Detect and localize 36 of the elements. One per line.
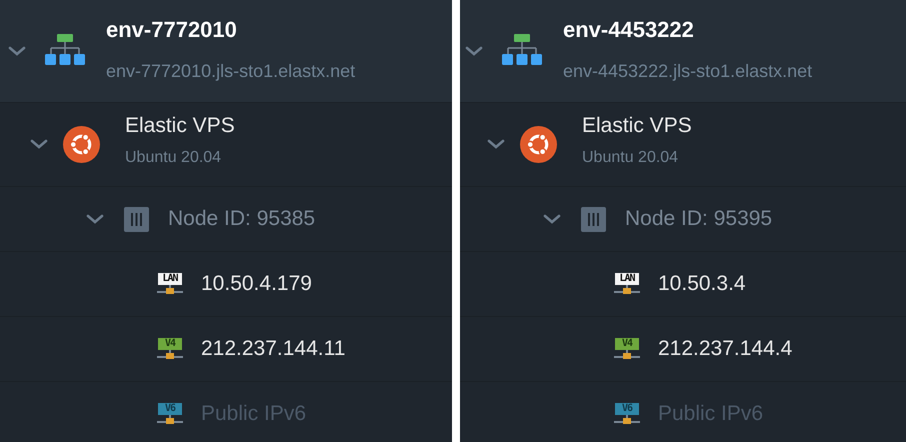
network-stand-icon — [614, 350, 640, 360]
chevron-icon[interactable] — [487, 138, 505, 150]
chevron-icon[interactable] — [465, 44, 483, 57]
chevron-icon[interactable] — [543, 212, 561, 225]
server-name[interactable]: Elastic VPS — [125, 112, 235, 138]
ip-address[interactable]: 212.237.144.11 — [201, 333, 346, 365]
network-stand-icon — [157, 285, 183, 295]
ubuntu-logo-icon — [520, 126, 557, 163]
os-version: Ubuntu 20.04 — [125, 148, 222, 168]
server-name[interactable]: Elastic VPS — [582, 112, 692, 138]
node-id[interactable]: Node ID: 95395 — [625, 203, 772, 235]
network-topology-icon — [502, 34, 542, 68]
chevron-icon[interactable] — [8, 44, 26, 57]
ip-type-tag: LAN — [615, 273, 639, 285]
network-stand-icon — [614, 285, 640, 295]
environment-name[interactable]: env-7772010 — [106, 17, 356, 44]
ip-type-tag: V6 — [615, 403, 639, 415]
server-node-icon — [124, 206, 149, 232]
ip-address[interactable]: 10.50.3.4 — [658, 268, 746, 300]
ip-address[interactable]: 212.237.144.4 — [658, 333, 792, 365]
environment-name[interactable]: env-4453222 — [563, 17, 812, 44]
network-stand-icon — [614, 415, 640, 425]
ip-type-tag: V6 — [158, 403, 182, 415]
server-node-icon — [581, 206, 606, 232]
ubuntu-logo-icon — [63, 126, 100, 163]
ip-address[interactable]: 10.50.4.179 — [201, 268, 312, 300]
network-stand-icon — [157, 415, 183, 425]
chevron-icon[interactable] — [86, 212, 104, 225]
ip-type-tag: LAN — [158, 273, 182, 285]
node-id[interactable]: Node ID: 95385 — [168, 203, 316, 235]
network-stand-icon — [157, 350, 183, 360]
ip-type-tag: V4 — [615, 338, 639, 350]
chevron-icon[interactable] — [30, 138, 48, 150]
ip-type-tag: V4 — [158, 338, 182, 350]
network-topology-icon — [45, 34, 85, 68]
os-version: Ubuntu 20.04 — [582, 148, 680, 168]
